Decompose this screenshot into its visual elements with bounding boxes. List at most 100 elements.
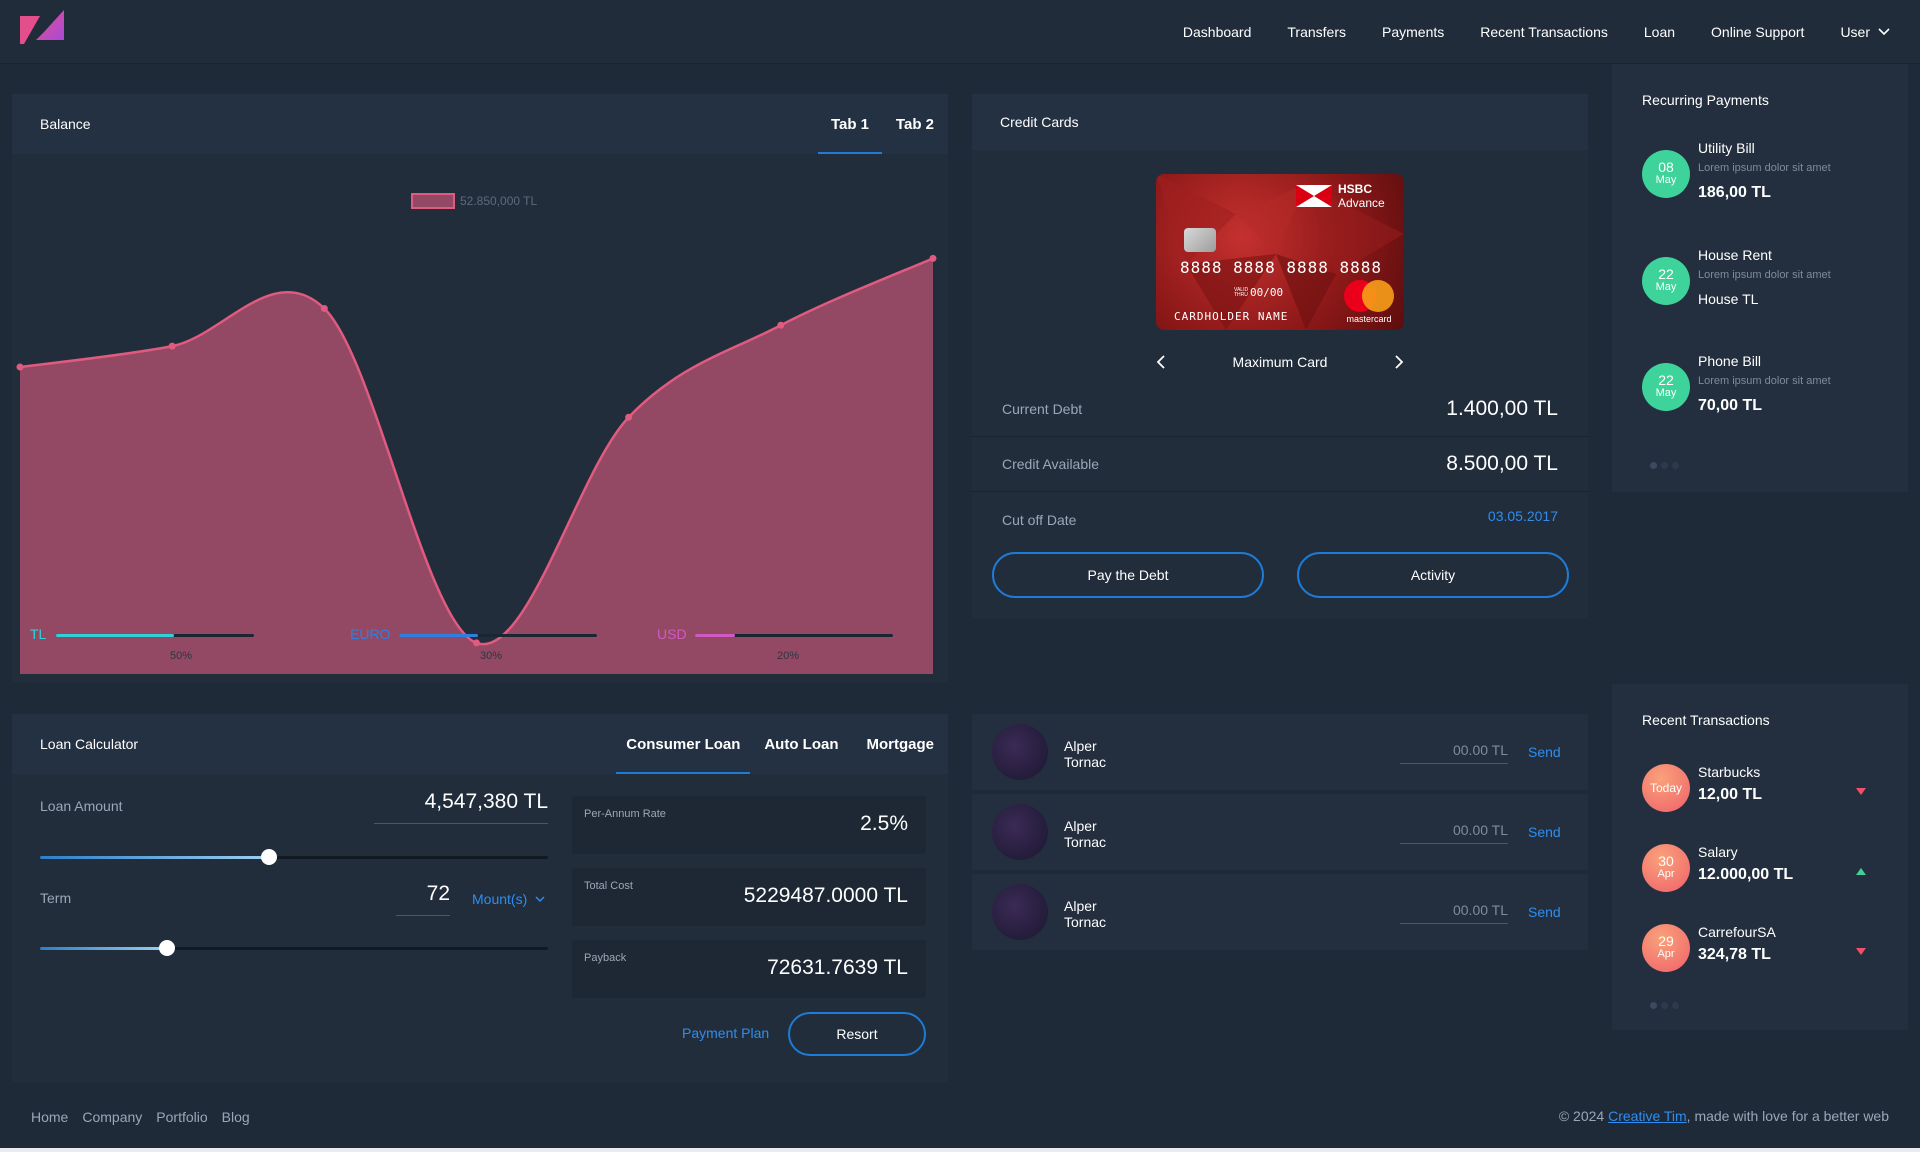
recurring-desc: Lorem ipsum dolor sit amet [1698,269,1831,281]
currency-euro-caption: 30% [480,650,503,662]
activity-button[interactable]: Activity [1297,552,1569,598]
payment-plan-link[interactable]: Payment Plan [682,1025,769,1041]
cutoff-date-label: Cut off Date [1002,511,1077,528]
transaction-item[interactable]: 29 Apr CarrefourSA 324,78 TL [1642,920,1882,976]
avatar [992,724,1048,780]
recurring-item[interactable]: 22 May Phone Bill Lorem ipsum dolor sit ame… [1642,353,1882,433]
footer-link-blog[interactable]: Blog [222,1109,250,1125]
term-input[interactable]: 72 [396,882,450,916]
transaction-name: Salary [1698,844,1738,860]
transfer-first-name: Alper [1064,898,1097,914]
balance-title: Balance [40,116,91,132]
transfer-amount-input[interactable]: 00.00 TL [1400,822,1508,844]
tab-mortgage[interactable]: Mortgage [867,736,935,753]
chevron-right-icon[interactable] [1394,355,1404,369]
transaction-direction [1856,862,1866,880]
recurring-pager[interactable] [1650,462,1679,469]
card-switcher: Maximum Card [1156,350,1404,374]
hsbc-hexagon-icon [1296,185,1332,207]
transfer-row: Alper Tornac 00.00 TL Send [972,714,1588,790]
tab-2[interactable]: Tab 2 [896,116,934,133]
credit-available-row: Credit Available 8.500,00 TL [972,437,1588,492]
balance-area-fill [20,258,933,674]
transfer-name: Alper Tornac [1064,738,1106,770]
transaction-item[interactable]: 30 Apr Salary 12.000,00 TL [1642,840,1882,896]
date-month: May [1655,281,1677,293]
balance-point[interactable] [777,321,785,329]
nav-online-support[interactable]: Online Support [1711,24,1804,40]
transfer-row: Alper Tornac 00.00 TL Send [972,874,1588,950]
recurring-item[interactable]: 08 May Utility Bill Lorem ipsum dolor sit a… [1642,140,1882,220]
recurring-amount: 186,00 TL [1698,184,1771,201]
loan-amount-input[interactable]: 4,547,380 TL [374,790,548,824]
transaction-item[interactable]: Today Starbucks 12,00 TL [1642,760,1882,816]
card-tier: Advance [1338,196,1385,210]
footer: Home Company Portfolio Blog © 2024 Creat… [0,1094,1920,1140]
date-badge: 08 May [1642,150,1690,198]
nav-loan[interactable]: Loan [1644,24,1675,40]
chevron-left-icon[interactable] [1156,355,1166,369]
loan-amount-slider[interactable] [40,849,548,865]
term-group: Term 72 Mount(s) [40,882,548,930]
loan-amount-slider-handle[interactable] [260,849,277,865]
footer-link-company[interactable]: Company [82,1109,142,1125]
recurring-name: House Rent [1698,247,1772,263]
recurring-item[interactable]: 22 May House Rent Lorem ipsum dolor sit ame… [1642,247,1882,327]
total-cost-label: Total Cost [584,880,633,892]
tab-1[interactable]: Tab 1 [831,116,869,133]
tab-consumer-loan[interactable]: Consumer Loan [626,736,740,753]
date-badge: 22 May [1642,363,1690,411]
date-badge: 29 Apr [1642,924,1690,972]
term-slider-handle[interactable] [159,940,175,956]
user-menu[interactable]: User [1840,24,1890,40]
pager-dot-active [1650,1002,1657,1009]
send-button[interactable]: Send [1528,744,1561,760]
date-month: Apr [1657,868,1675,880]
mastercard-circle-orange [1362,280,1394,312]
balance-point[interactable] [320,305,328,313]
transfer-amount-input[interactable]: 00.00 TL [1400,742,1508,764]
currency-usd-fill [695,634,735,637]
currency-bars: TL 50% EURO 30% USD 20% [30,626,930,666]
credit-card-visual[interactable]: HSBC Advance 8888 8888 8888 8888 VALID T… [1156,174,1404,330]
send-button[interactable]: Send [1528,904,1561,920]
date-badge: 22 May [1642,257,1690,305]
brand-logo[interactable] [20,10,64,44]
footer-link-home[interactable]: Home [31,1109,68,1125]
send-button[interactable]: Send [1528,824,1561,840]
footer-creative-tim-link[interactable]: Creative Tim [1608,1108,1687,1124]
tab-auto-loan[interactable]: Auto Loan [764,736,838,753]
transfer-amount-input[interactable]: 00.00 TL [1400,902,1508,924]
transaction-amount: 12,00 TL [1698,786,1763,803]
per-annum-rate-label: Per-Annum Rate [584,808,666,820]
balance-point[interactable] [16,363,24,371]
nav-payments[interactable]: Payments [1382,24,1444,40]
transfer-name: Alper Tornac [1064,898,1106,930]
date-month: May [1655,174,1677,186]
currency-usd-caption: 20% [777,650,800,662]
footer-link-portfolio[interactable]: Portfolio [156,1109,207,1125]
date-month: Apr [1657,948,1675,960]
legend-label: 52.850,000 TL [460,194,538,208]
footer-copy-suffix: , made with love for a better web [1686,1108,1889,1124]
balance-point[interactable] [929,254,937,262]
legend-swatch[interactable] [411,193,455,209]
date-day: Today [1649,780,1683,795]
nav-transfers[interactable]: Transfers [1287,24,1346,40]
currency-tl-caption: 50% [170,650,193,662]
balance-point[interactable] [168,342,176,350]
chevron-down-icon [535,895,545,902]
nav-recent-transactions[interactable]: Recent Transactions [1480,24,1608,40]
term-slider[interactable] [40,940,548,956]
user-label: User [1840,24,1870,40]
chevron-down-icon [1878,28,1890,36]
term-unit-select[interactable]: Mount(s) [472,891,545,907]
currency-euro-fill [399,634,478,637]
pay-debt-button[interactable]: Pay the Debt [992,552,1264,598]
footer-copy-prefix: © 2024 [1558,1108,1609,1124]
resort-button[interactable]: Resort [788,1012,926,1056]
balance-point[interactable] [625,413,633,421]
nav-dashboard[interactable]: Dashboard [1183,24,1252,40]
transfer-last-name: Tornac [1064,754,1107,770]
recent-pager[interactable] [1650,1002,1679,1009]
